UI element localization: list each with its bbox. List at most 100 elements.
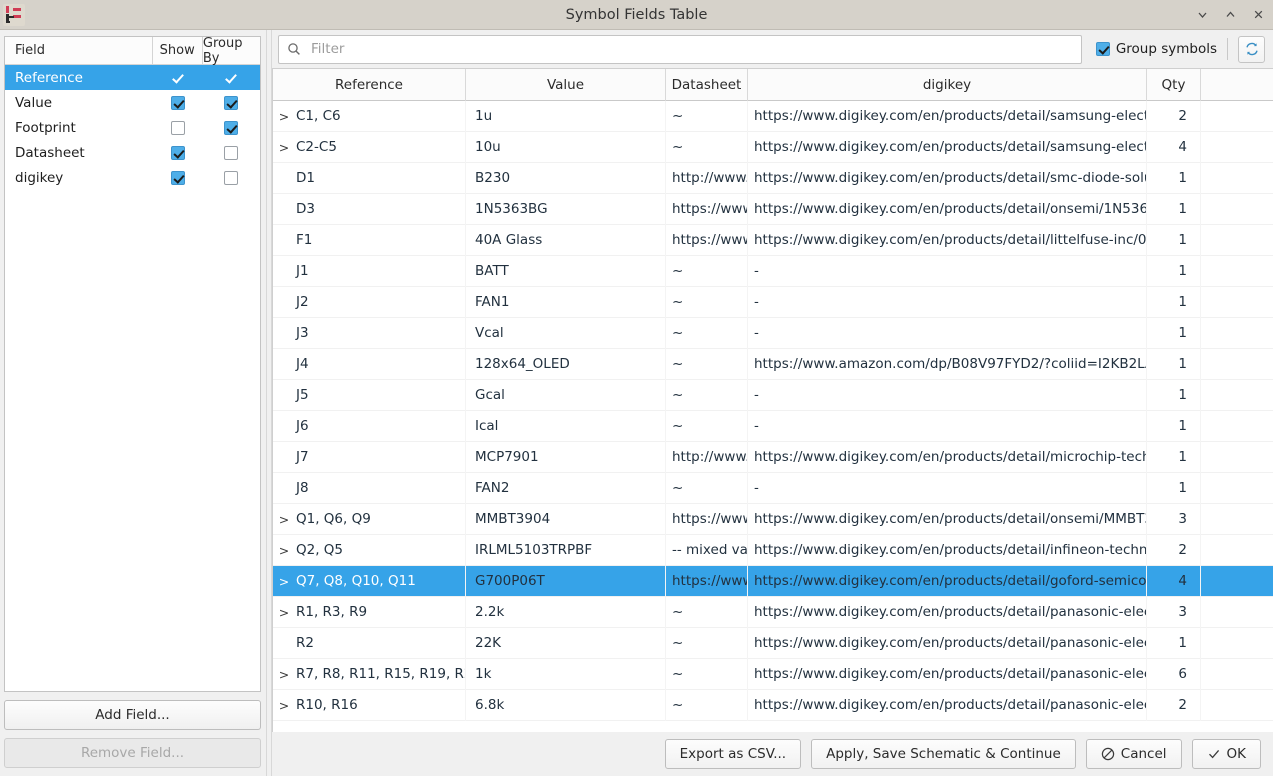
- table-row[interactable]: J6 Ical ~ -1: [273, 410, 1273, 442]
- cell-qty[interactable]: 3: [1147, 503, 1201, 535]
- group-by-checkbox[interactable]: [224, 145, 239, 160]
- cell-datasheet[interactable]: ~: [666, 410, 748, 442]
- cell-value[interactable]: B230: [466, 162, 666, 194]
- expand-arrow-icon[interactable]: >: [277, 698, 291, 713]
- group-by-checkbox[interactable]: [224, 95, 239, 110]
- cell-reference[interactable]: > Q1, Q6, Q9: [273, 503, 466, 535]
- cell-reference[interactable]: J2: [273, 286, 466, 318]
- cell-reference[interactable]: J1: [273, 255, 466, 287]
- cell-digikey[interactable]: https://www.digikey.com/en/products/deta…: [748, 193, 1147, 225]
- cell-datasheet[interactable]: ~: [666, 627, 748, 659]
- group-by-checkbox-cell[interactable]: [203, 170, 260, 185]
- cell-datasheet[interactable]: http://www.: [666, 441, 748, 473]
- table-row[interactable]: > R10, R16 6.8k ~ https://www.digikey.com/en…: [273, 689, 1273, 721]
- show-checkbox-cell[interactable]: [153, 71, 203, 85]
- table-row[interactable]: D1 B230 http://www. https://www.digikey.com…: [273, 162, 1273, 194]
- cell-value[interactable]: 40A Glass: [466, 224, 666, 256]
- cell-qty[interactable]: 2: [1147, 689, 1201, 721]
- table-row[interactable]: > Q1, Q6, Q9 MMBT3904 https://www https://ww…: [273, 503, 1273, 535]
- cell-digikey[interactable]: https://www.digikey.com/en/products/deta…: [748, 441, 1147, 473]
- cell-qty[interactable]: 1: [1147, 317, 1201, 349]
- cell-qty[interactable]: 1: [1147, 441, 1201, 473]
- cell-value[interactable]: 128x64_OLED: [466, 348, 666, 380]
- show-checkbox[interactable]: [170, 95, 185, 110]
- column-header-pad[interactable]: [1201, 69, 1273, 101]
- cell-value[interactable]: G700P06T: [466, 565, 666, 597]
- apply-save-continue-button[interactable]: Apply, Save Schematic & Continue: [811, 739, 1076, 769]
- cell-datasheet[interactable]: ~: [666, 286, 748, 318]
- cell-digikey[interactable]: https://www.digikey.com/en/products/deta…: [748, 627, 1147, 659]
- cell-qty[interactable]: 2: [1147, 534, 1201, 566]
- cell-reference[interactable]: > R1, R3, R9: [273, 596, 466, 628]
- cell-digikey[interactable]: https://www.digikey.com/en/products/deta…: [748, 596, 1147, 628]
- cell-reference[interactable]: > R10, R16: [273, 689, 466, 721]
- maximize-button[interactable]: [1223, 8, 1237, 22]
- cell-digikey[interactable]: https://www.digikey.com/en/products/deta…: [748, 100, 1147, 132]
- cell-reference[interactable]: R2: [273, 627, 466, 659]
- cell-datasheet[interactable]: ~: [666, 255, 748, 287]
- close-button[interactable]: [1251, 8, 1265, 22]
- group-by-checkbox-cell[interactable]: [203, 71, 260, 85]
- field-row[interactable]: digikey: [5, 165, 260, 190]
- cell-digikey[interactable]: -: [748, 255, 1147, 287]
- group-by-checkbox-tick[interactable]: [224, 71, 238, 85]
- cell-value[interactable]: 10u: [466, 131, 666, 163]
- column-header-value[interactable]: Value: [466, 69, 666, 101]
- cell-qty[interactable]: 4: [1147, 131, 1201, 163]
- cell-reference[interactable]: J6: [273, 410, 466, 442]
- cell-reference[interactable]: > R7, R8, R11, R15, R19, R21: [273, 658, 466, 690]
- table-row[interactable]: J2 FAN1 ~ -1: [273, 286, 1273, 318]
- add-field-button[interactable]: Add Field...: [4, 700, 261, 730]
- show-checkbox[interactable]: [170, 145, 185, 160]
- cell-qty[interactable]: 6: [1147, 658, 1201, 690]
- cell-reference[interactable]: J5: [273, 379, 466, 411]
- cell-qty[interactable]: 1: [1147, 162, 1201, 194]
- cell-datasheet[interactable]: https://www: [666, 224, 748, 256]
- cell-value[interactable]: FAN1: [466, 286, 666, 318]
- cell-value[interactable]: BATT: [466, 255, 666, 287]
- field-row[interactable]: Value: [5, 90, 260, 115]
- minimize-button[interactable]: [1195, 8, 1209, 22]
- cell-reference[interactable]: D1: [273, 162, 466, 194]
- expand-arrow-icon[interactable]: >: [277, 140, 291, 155]
- ok-button[interactable]: OK: [1191, 739, 1261, 769]
- cell-reference[interactable]: D3: [273, 193, 466, 225]
- cell-datasheet[interactable]: ~: [666, 348, 748, 380]
- cell-qty[interactable]: 1: [1147, 255, 1201, 287]
- group-symbols-toggle[interactable]: Group symbols: [1095, 41, 1217, 57]
- show-checkbox[interactable]: [170, 170, 185, 185]
- cell-digikey[interactable]: https://www.digikey.com/en/products/deta…: [748, 658, 1147, 690]
- cell-qty[interactable]: 1: [1147, 379, 1201, 411]
- cell-qty[interactable]: 1: [1147, 224, 1201, 256]
- table-row[interactable]: R2 22K ~ https://www.digikey.com/en/product…: [273, 627, 1273, 659]
- cell-digikey[interactable]: https://www.digikey.com/en/products/deta…: [748, 565, 1147, 597]
- cell-digikey[interactable]: https://www.digikey.com/en/products/deta…: [748, 224, 1147, 256]
- expand-arrow-icon[interactable]: >: [277, 574, 291, 589]
- cell-digikey[interactable]: https://www.digikey.com/en/products/deta…: [748, 689, 1147, 721]
- table-row[interactable]: J8 FAN2 ~ -1: [273, 472, 1273, 504]
- column-header-reference[interactable]: Reference: [273, 69, 466, 101]
- group-by-checkbox[interactable]: [224, 120, 239, 135]
- cell-value[interactable]: MCP7901: [466, 441, 666, 473]
- cell-value[interactable]: FAN2: [466, 472, 666, 504]
- cell-datasheet[interactable]: -- mixed valu: [666, 534, 748, 566]
- cell-value[interactable]: MMBT3904: [466, 503, 666, 535]
- cell-datasheet[interactable]: ~: [666, 689, 748, 721]
- cancel-button[interactable]: Cancel: [1085, 739, 1182, 769]
- table-row[interactable]: > R1, R3, R9 2.2k ~ https://www.digikey.com/…: [273, 596, 1273, 628]
- expand-arrow-icon[interactable]: >: [277, 667, 291, 682]
- cell-value[interactable]: 1N5363BG: [466, 193, 666, 225]
- field-list[interactable]: Field Show Group By Reference Value Footpr…: [4, 36, 261, 692]
- show-checkbox-cell[interactable]: [153, 120, 203, 135]
- group-by-checkbox-cell[interactable]: [203, 120, 260, 135]
- table-row[interactable]: > Q7, Q8, Q10, Q11 G700P06T https://www http…: [273, 565, 1273, 597]
- cell-reference[interactable]: J8: [273, 472, 466, 504]
- group-by-checkbox[interactable]: [224, 170, 239, 185]
- symbol-fields-table[interactable]: Reference Value Datasheet digikey Qty > C1, C…: [272, 68, 1273, 732]
- cell-value[interactable]: Vcal: [466, 317, 666, 349]
- expand-arrow-icon[interactable]: >: [277, 605, 291, 620]
- cell-datasheet[interactable]: ~: [666, 596, 748, 628]
- show-checkbox[interactable]: [170, 120, 185, 135]
- cell-qty[interactable]: 3: [1147, 596, 1201, 628]
- table-row[interactable]: J4 128x64_OLED ~ https://www.amazon.com/dp/…: [273, 348, 1273, 380]
